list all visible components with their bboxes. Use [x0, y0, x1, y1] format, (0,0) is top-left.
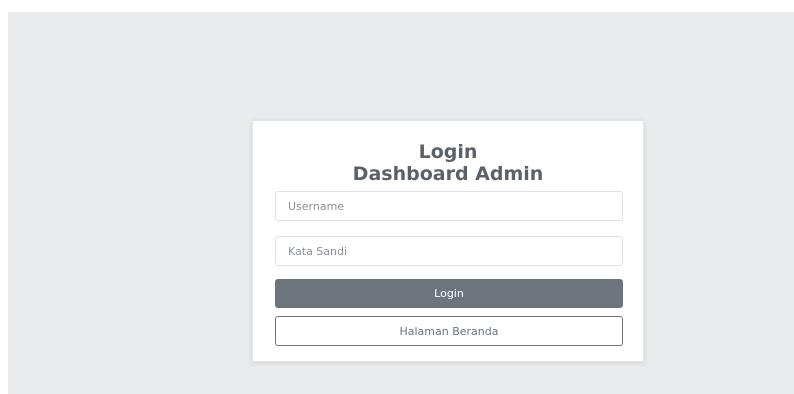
page-background: Login Dashboard Admin Login Halaman Bera… [8, 12, 794, 394]
login-title: Login [418, 141, 478, 163]
dashboard-admin-title: Dashboard Admin [352, 163, 544, 185]
username-input[interactable] [275, 191, 623, 221]
password-input[interactable] [275, 236, 623, 266]
home-page-button[interactable]: Halaman Beranda [275, 316, 623, 346]
login-button[interactable]: Login [275, 279, 623, 308]
login-card: Login Dashboard Admin Login Halaman Bera… [252, 120, 644, 362]
